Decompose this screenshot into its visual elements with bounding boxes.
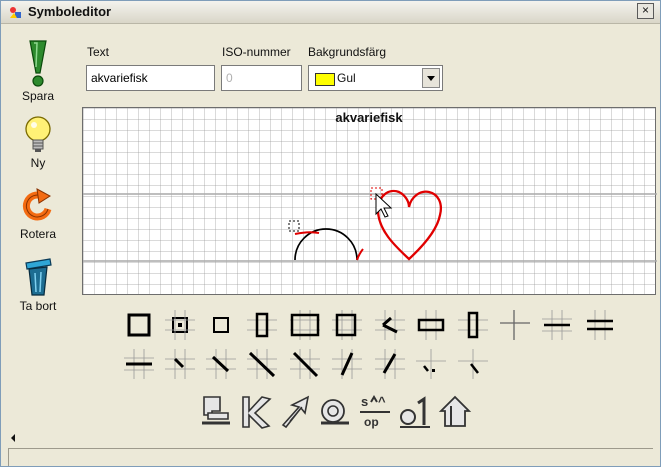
chevron-left-diagonal-icon[interactable] — [375, 310, 405, 340]
medium-diagonal-icon[interactable] — [206, 349, 236, 379]
cross-thin-icon[interactable] — [500, 310, 530, 340]
new-button[interactable]: Ny — [6, 114, 70, 170]
app-icon — [10, 7, 21, 18]
op-label: op — [364, 415, 379, 429]
stamp-icon[interactable] — [198, 393, 232, 431]
heart-shape — [376, 189, 442, 261]
text-label: Text — [87, 45, 110, 59]
arrow-in-icon[interactable] — [238, 393, 272, 431]
double-horizontal-icon[interactable] — [542, 310, 572, 340]
symbol-editor-window: Symboleditor × Spara Ny Rotera Ta bort T… — [0, 0, 661, 467]
short-diagonal-icon[interactable] — [165, 349, 195, 379]
background-color-value: Gul — [337, 71, 356, 85]
horizontal-line-icon[interactable] — [124, 349, 154, 379]
lightbulb-icon — [25, 116, 51, 152]
square-heavy-icon[interactable] — [124, 310, 154, 340]
rotate-button[interactable]: Rotera — [6, 187, 70, 241]
square-small-icon[interactable] — [206, 310, 236, 340]
rotate-icon[interactable] — [318, 393, 352, 431]
color-swatch — [315, 73, 335, 86]
delete-label: Ta bort — [19, 299, 57, 313]
black-arc — [294, 228, 358, 261]
save-button[interactable]: Spara — [6, 39, 70, 103]
rotate-label: Rotera — [19, 227, 57, 241]
long-diagonal-alt-icon[interactable] — [290, 349, 320, 379]
vertical-bar-icon[interactable] — [247, 310, 277, 340]
numeric-icon[interactable] — [398, 393, 432, 431]
square-right-bar-icon[interactable] — [332, 310, 362, 340]
diagonal-up-icon[interactable] — [332, 349, 362, 379]
close-button[interactable]: × — [637, 3, 654, 19]
scroll-left-arrow[interactable] — [11, 434, 15, 442]
iso-label: ISO-nummer — [222, 45, 291, 59]
corner-diagonal-icon[interactable] — [375, 349, 405, 379]
background-color-select[interactable]: Gul — [308, 65, 443, 91]
svg-text:^: ^ — [378, 394, 386, 409]
new-label: Ny — [30, 156, 46, 170]
exclamation-icon — [29, 40, 47, 87]
drawing-layer — [83, 187, 657, 262]
status-bar — [8, 448, 653, 466]
wide-square-icon[interactable] — [290, 310, 320, 340]
iso-input[interactable] — [221, 65, 302, 91]
rotate-arrow-icon — [22, 188, 52, 221]
red-arc-hook — [356, 248, 364, 261]
small-corner-icon[interactable] — [416, 349, 446, 379]
square-center-dot-icon[interactable] — [165, 310, 195, 340]
swap-icon[interactable]: s ^ op — [358, 393, 392, 431]
trash-icon — [25, 258, 52, 296]
selection-marker-left — [288, 220, 300, 232]
background-color-label: Bakgrundsfärg — [308, 45, 387, 59]
corner-dot-icon[interactable] — [458, 349, 488, 379]
dropdown-button[interactable] — [422, 68, 440, 88]
drawing-canvas[interactable]: akvariefisk — [82, 107, 657, 295]
save-label: Spara — [21, 89, 55, 103]
title-bar: Symboleditor × — [1, 1, 660, 24]
delete-button[interactable]: Ta bort — [6, 255, 70, 313]
arrow-out-icon[interactable] — [278, 393, 312, 431]
window-title: Symboleditor — [28, 4, 112, 19]
long-diagonal-icon[interactable] — [247, 349, 277, 379]
horizontal-bar-thick-icon[interactable] — [416, 310, 446, 340]
svg-text:s: s — [361, 394, 368, 409]
red-arc-segment — [294, 231, 320, 235]
vertical-bar-tall-icon[interactable] — [458, 310, 488, 340]
horizontal-lines-icon[interactable] — [585, 310, 615, 340]
text-input[interactable] — [86, 65, 215, 91]
home-icon[interactable] — [438, 393, 472, 431]
